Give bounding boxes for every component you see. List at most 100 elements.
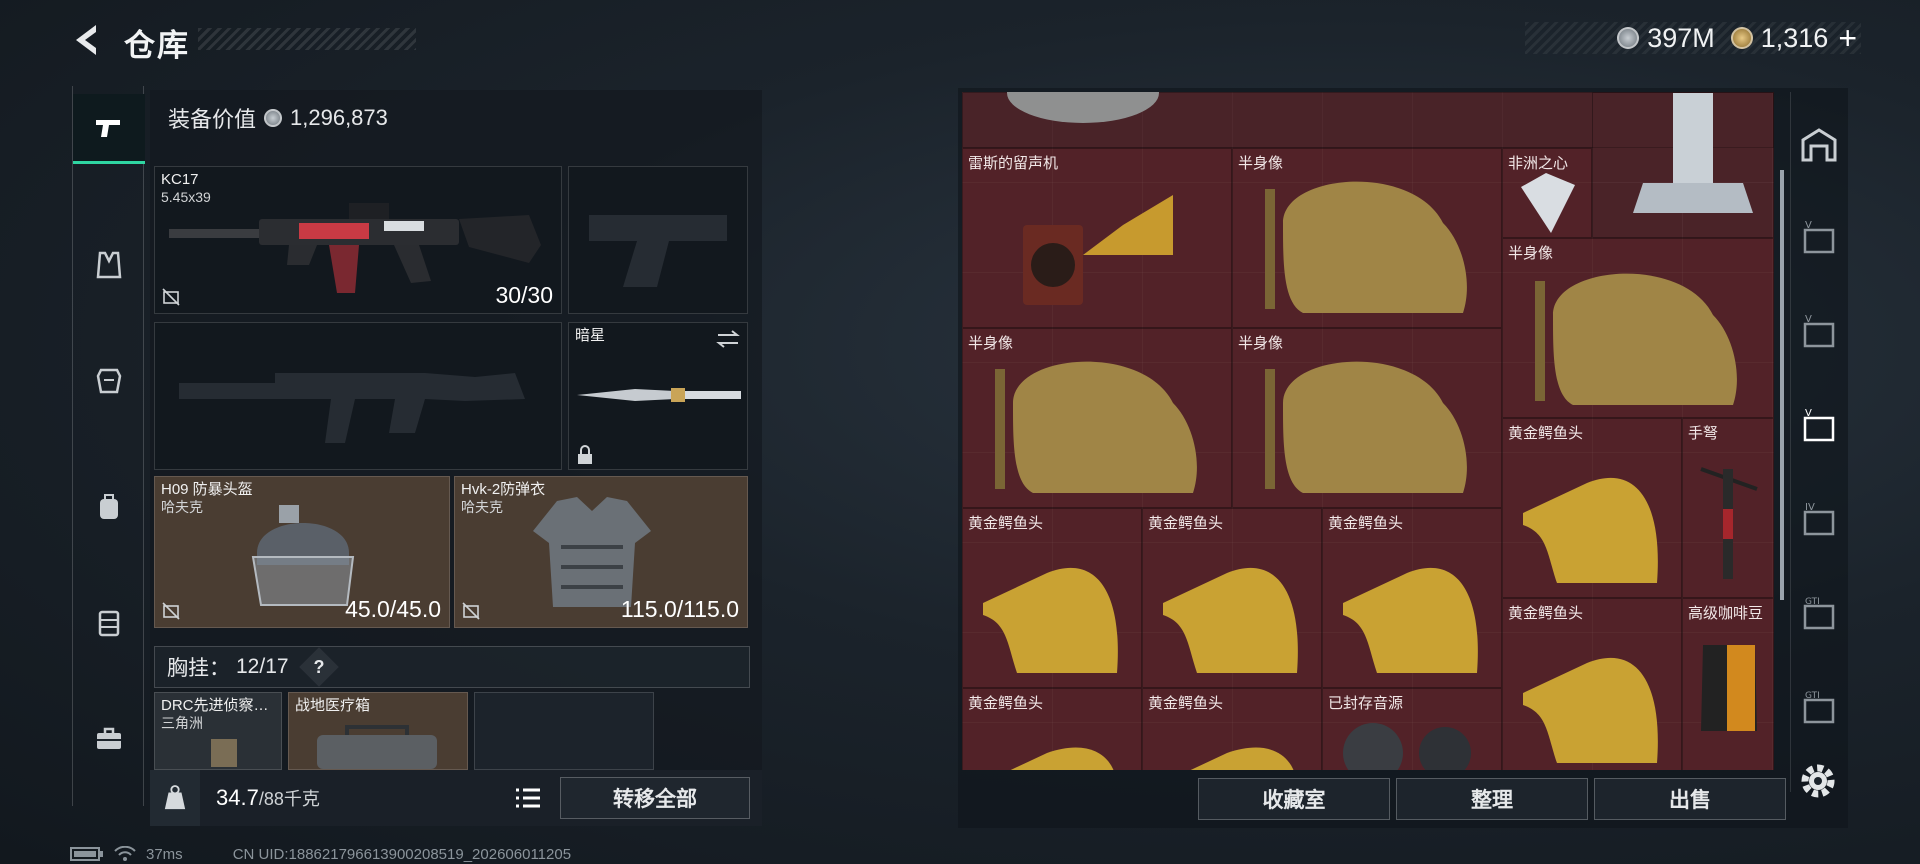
storage-item-sealed-audio[interactable]: 已封存音源 (1322, 688, 1502, 770)
wifi-icon (114, 846, 136, 861)
settings-gear-icon[interactable] (1797, 760, 1839, 802)
melee-name: 暗星 (575, 327, 606, 344)
item-name: 黄金鳄鱼头 (968, 515, 1044, 532)
storage-item-crossbow[interactable]: 手弩 (1682, 418, 1774, 598)
add-currency-button[interactable]: + (1838, 20, 1857, 57)
list-view-button[interactable] (510, 780, 546, 816)
audio-reel-image (1343, 723, 1471, 770)
bust-image (1265, 361, 1467, 493)
rifle-image (169, 203, 541, 293)
storage-tab-5[interactable]: GTI (1791, 574, 1847, 654)
back-arrow-icon[interactable] (70, 22, 104, 58)
storage-item-gold-croc-head[interactable]: 黄金鳄鱼头 (1142, 508, 1322, 688)
gold-croc-head-image (1523, 657, 1658, 763)
storage-item-coffee-beans[interactable]: 高级咖啡豆 (1682, 598, 1774, 770)
vest-item-medkit[interactable]: 战地医疗箱 (288, 692, 468, 770)
svg-text:V: V (1805, 220, 1812, 231)
list-icon (516, 788, 540, 808)
helmet-durability: 45.0/45.0 (345, 596, 441, 622)
machine-image (1633, 93, 1753, 213)
storage-item-bust[interactable]: 半身像 (1502, 238, 1774, 418)
storage-item-gold-croc-head[interactable]: 黄金鳄鱼头 (1502, 418, 1682, 598)
bust-image (1535, 273, 1737, 405)
weight-icon (150, 770, 200, 826)
storage-item-bust[interactable]: 半身像 (1232, 328, 1502, 508)
battery-icon (70, 847, 103, 861)
vest-item-name: DRC先进侦察… (161, 697, 269, 714)
silver-currency-value: 397M (1647, 22, 1715, 53)
storage-box-icon: GTI (1803, 597, 1835, 630)
storage-tab-3-active[interactable]: V (1791, 386, 1847, 466)
no-insure-icon (162, 288, 180, 306)
ammo-count: 30/30 (495, 282, 553, 308)
item-name: 黄金鳄鱼头 (968, 695, 1044, 712)
helmet-slot[interactable]: H09 防暴头盔 哈夫克 45.0/45.0 (154, 476, 450, 628)
storage-tab-2[interactable]: V (1791, 292, 1847, 372)
vest-item-recon[interactable]: DRC先进侦察… 三角洲 (154, 692, 282, 770)
gold-coin-icon (1730, 27, 1753, 49)
chest-rig-icon (98, 610, 120, 637)
gold-croc-head-image (1190, 747, 1294, 770)
storage-tab-all[interactable] (1791, 104, 1847, 184)
storage-box-icon: V (1803, 314, 1835, 348)
diamond-image (1521, 173, 1575, 233)
organize-button[interactable]: 整理 (1396, 778, 1588, 820)
storage-item-heart-of-africa[interactable]: 非洲之心 (1502, 148, 1592, 238)
storage-grid: 雷斯的留声机 半身像 非洲之心 半身像 半身像 半身像 黄金鳄鱼头 手弩 黄金鳄… (962, 92, 1774, 770)
equipment-value: 1,296,873 (290, 105, 388, 130)
equipment-value-row: 装备价值 1,296,873 (150, 94, 750, 142)
storage-item-gold-croc-head[interactable]: 黄金鳄鱼头 (1502, 598, 1682, 770)
storage-item-bust[interactable]: 半身像 (1232, 148, 1502, 328)
svg-text:V: V (1805, 408, 1812, 419)
item-name: 黄金鳄鱼头 (1508, 425, 1584, 442)
storage-tab-4[interactable]: IV (1791, 480, 1847, 560)
nav-toolbox[interactable] (73, 704, 145, 774)
warehouse-icon (1801, 128, 1837, 162)
transfer-all-button[interactable]: 转移全部 (560, 777, 750, 819)
storage-item-gold-croc-head[interactable]: 黄金鳄鱼头 (1322, 508, 1502, 688)
armor-slot[interactable]: Hvk-2防弹衣 哈夫克 115.0/115.0 (454, 476, 748, 628)
armor-durability: 115.0/115.0 (620, 596, 739, 622)
storage-item-machine[interactable] (1592, 92, 1774, 238)
nav-vest[interactable] (73, 230, 145, 300)
storage-item-gold-croc-head[interactable]: 黄金鳄鱼头 (1142, 688, 1322, 770)
uid-text: CN UID:1886217966139002085​19_2026060112… (232, 845, 572, 863)
help-button[interactable]: ? (298, 647, 339, 687)
weight-bar: 34.7/88千克 转移全部 (150, 770, 762, 826)
collection-room-button[interactable]: 收藏室 (1198, 778, 1390, 820)
nav-weapons[interactable] (73, 94, 145, 164)
knife-image (577, 388, 741, 402)
vest-empty-slot[interactable] (474, 692, 654, 770)
currency-bar: 397M 1,316 + (1525, 20, 1861, 57)
gramophone-image (1023, 195, 1173, 305)
weight-capacity: /88千克 (258, 789, 320, 809)
helmet-image (251, 505, 355, 606)
melee-slot[interactable]: 暗星 (568, 322, 748, 470)
swap-icon[interactable] (715, 329, 741, 349)
helmet-brand: 哈夫克 (161, 499, 203, 515)
recon-device-image (211, 739, 237, 767)
rifle-silhouette-icon (179, 373, 525, 443)
sell-button[interactable]: 出售 (1594, 778, 1786, 820)
storage-item-gold-croc-head[interactable]: 黄金鳄鱼头 (962, 688, 1142, 770)
vest-icon (96, 251, 122, 279)
gold-croc-head-image (983, 567, 1118, 673)
nav-backpack[interactable] (73, 472, 145, 542)
storage-scrollbar[interactable] (1780, 170, 1784, 600)
secondary-weapon-slot[interactable] (154, 322, 562, 470)
vest-item-brand: 三角洲 (161, 715, 203, 731)
storage-item-bust[interactable]: 半身像 (962, 328, 1232, 508)
gold-croc-head-image (1343, 567, 1478, 673)
nav-chest-rig[interactable] (73, 588, 145, 658)
storage-tab-6[interactable]: GTI (1791, 668, 1847, 748)
storage-item-gold-croc-head[interactable]: 黄金鳄鱼头 (962, 508, 1142, 688)
backpack-icon (100, 494, 118, 519)
medkit-image (317, 725, 437, 769)
pistol-slot[interactable] (568, 166, 748, 314)
storage-tab-1[interactable]: V (1791, 198, 1847, 278)
nav-armor[interactable] (73, 346, 145, 416)
storage-item-gramophone[interactable]: 雷斯的留声机 (962, 148, 1232, 328)
gold-croc-head-image (1163, 567, 1298, 673)
primary-weapon-slot[interactable]: KC17 5.45x39 30/30 (154, 166, 562, 314)
chest-rig-label: 胸挂： (167, 657, 230, 680)
